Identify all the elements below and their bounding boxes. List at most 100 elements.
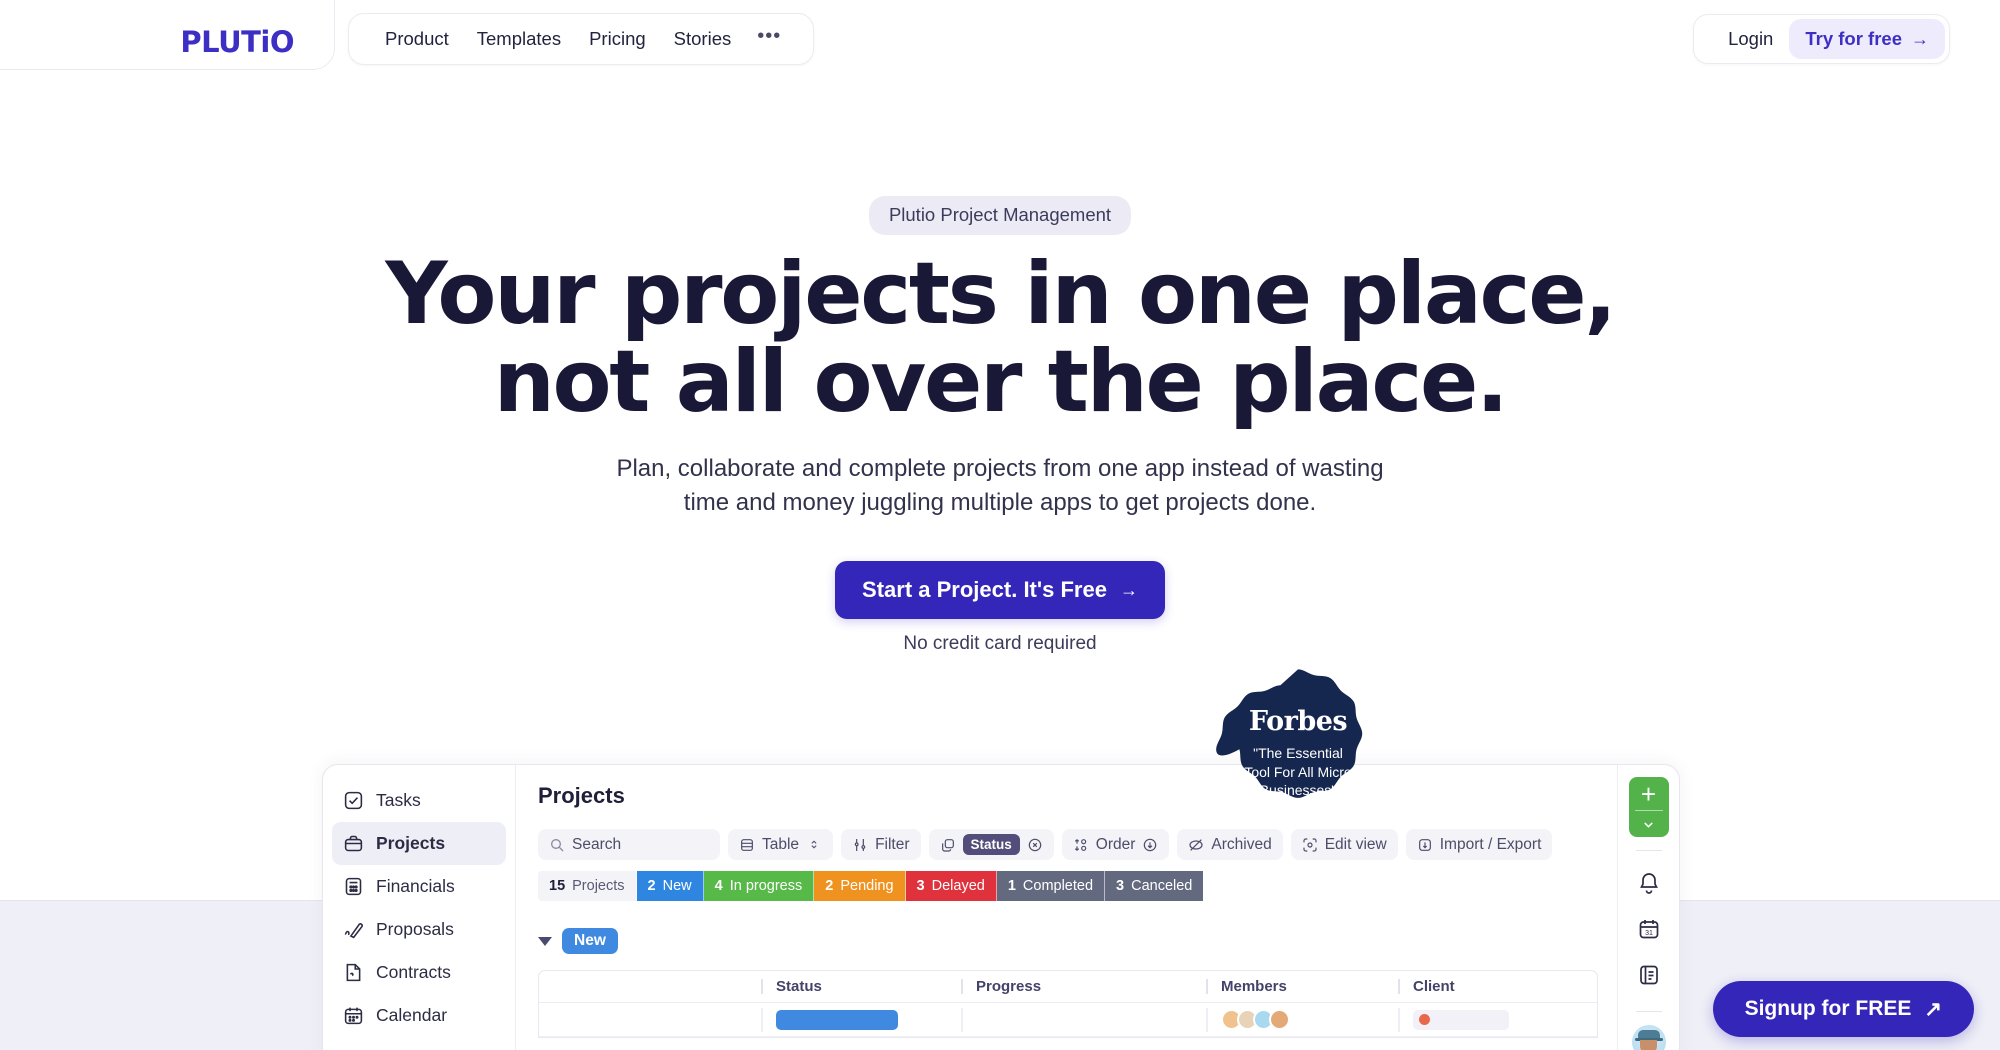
search-input[interactable]: Search	[538, 829, 720, 860]
status-label: Completed	[1022, 878, 1094, 894]
table-row[interactable]	[539, 1003, 1597, 1037]
status-segment-canceled[interactable]: 3 Canceled	[1105, 871, 1204, 901]
table-col-progress: Progress	[961, 979, 1206, 994]
contract-icon	[342, 962, 364, 984]
hero-section: Plutio Project Management Your projects …	[0, 0, 2000, 655]
sidebar-item-label: Projects	[376, 833, 446, 853]
chevron-updown-icon	[811, 840, 817, 849]
svg-text:31: 31	[1645, 930, 1653, 937]
hero-subtitle-line-1: Plan, collaborate and complete projects …	[616, 455, 1384, 483]
collapse-triangle-icon[interactable]	[538, 936, 552, 946]
view-selector-label: Table	[762, 835, 800, 853]
app-toolbar: Search Table Filter Status Order Archive…	[538, 829, 1617, 860]
table-col-members: Members	[1206, 979, 1398, 994]
arrow-up-right-icon: ↗	[1924, 997, 1942, 1021]
sidebar-item-contracts[interactable]: Contracts	[332, 951, 506, 994]
status-segment-completed[interactable]: 1 Completed	[996, 871, 1106, 901]
page-title: Your projects in one place, not all over…	[0, 250, 2000, 426]
add-dropdown-button[interactable]	[1641, 811, 1656, 837]
app-right-rail: + 31	[1617, 765, 1679, 1050]
status-pill	[776, 1009, 898, 1030]
view-selector-button[interactable]: Table	[728, 829, 834, 860]
notes-icon[interactable]	[1627, 952, 1671, 998]
sidebar-item-label: Calendar	[376, 1005, 448, 1025]
avatar-face	[1640, 1040, 1657, 1050]
status-count: 3	[1116, 878, 1125, 894]
projects-table: Status Progress Members Client	[538, 970, 1598, 1038]
status-label: Delayed	[931, 878, 985, 894]
import-export-label: Import / Export	[1439, 835, 1542, 853]
table-col-client: Client	[1398, 979, 1578, 994]
briefcase-icon	[342, 833, 364, 855]
cell-progress	[961, 1007, 1206, 1032]
group-by-button[interactable]: Status	[928, 829, 1054, 860]
hero-eyebrow-badge: Plutio Project Management	[868, 196, 1132, 235]
sidebar-item-financials[interactable]: Financials	[332, 865, 506, 908]
calendar-31-icon[interactable]: 31	[1627, 906, 1671, 952]
calendar-icon	[342, 1005, 364, 1027]
layers-icon	[941, 838, 954, 852]
status-summary-bar: 15 Projects 2 New 4 In progress 2 Pendin…	[538, 871, 1578, 901]
sidebar-item-label: Contracts	[376, 962, 451, 982]
sidebar-item-label: Proposals	[376, 919, 454, 939]
status-count: 2	[647, 878, 656, 894]
table-col-status: Status	[761, 979, 961, 994]
user-avatar[interactable]	[1631, 1025, 1666, 1050]
start-project-button[interactable]: Start a Project. It's Free →	[835, 560, 1165, 619]
order-button[interactable]: Order	[1061, 829, 1170, 860]
filter-icon	[854, 838, 866, 851]
sidebar-item-tasks[interactable]: Tasks	[332, 779, 506, 822]
status-count: 1	[1007, 878, 1016, 894]
sidebar-item-calendar[interactable]: Calendar	[332, 994, 506, 1037]
sidebar-item-projects[interactable]: Projects	[332, 822, 506, 865]
no-credit-card-note: No credit card required	[903, 632, 1097, 654]
status-total: 15 Projects	[538, 871, 637, 901]
import-export-button[interactable]: Import / Export	[1405, 829, 1553, 860]
bell-icon[interactable]	[1627, 860, 1671, 906]
client-pill	[1413, 1009, 1509, 1030]
app-sidebar: Tasks Projects Financials Proposals Cont…	[323, 765, 516, 1050]
cell-members	[1206, 1007, 1398, 1032]
status-total-label: Projects	[572, 878, 625, 894]
table-icon	[741, 838, 753, 851]
status-segment-in-progress[interactable]: 4 In progress	[703, 871, 815, 901]
search-placeholder: Search	[572, 835, 622, 853]
status-segment-pending[interactable]: 2 Pending	[814, 871, 906, 901]
table-header-row: Status Progress Members Client	[539, 971, 1597, 1003]
import-export-icon	[1418, 838, 1431, 851]
eye-off-icon	[1189, 838, 1204, 851]
hero-subtitle: Plan, collaborate and complete projects …	[0, 452, 2000, 518]
signup-for-free-button[interactable]: Signup for FREE ↗	[1712, 981, 1974, 1037]
group-header-row: New	[538, 928, 1617, 954]
check-square-icon	[342, 790, 364, 812]
forbes-quote: "The Essential Tool For All Micro Busine…	[1244, 744, 1351, 799]
status-label: New	[662, 878, 692, 894]
filter-label: Filter	[875, 835, 910, 853]
status-label: Pending	[840, 878, 894, 894]
status-count: 4	[714, 878, 723, 894]
forbes-quote-line-2: Tool For All Micro	[1244, 763, 1352, 780]
forbes-quote-line-3: Businesses"	[1259, 782, 1337, 799]
add-button[interactable]: +	[1641, 777, 1656, 810]
filter-button[interactable]: Filter	[841, 829, 921, 860]
status-segment-new[interactable]: 2 New	[636, 871, 704, 901]
client-avatar	[1419, 1014, 1430, 1025]
arrow-right-icon: →	[1119, 579, 1138, 600]
hero-subtitle-line-2: time and money juggling multiple apps to…	[683, 488, 1317, 516]
status-segment-delayed[interactable]: 3 Delayed	[905, 871, 997, 901]
avatar-group	[1221, 1009, 1290, 1030]
avatar	[1269, 1009, 1290, 1030]
divider	[1635, 850, 1662, 851]
forbes-quote-line-1: "The Essential	[1253, 745, 1343, 762]
start-project-label: Start a Project. It's Free	[862, 576, 1107, 602]
arrow-down-circle-icon	[1144, 838, 1157, 851]
divider	[1635, 1011, 1662, 1012]
status-label: In progress	[729, 878, 803, 894]
sidebar-item-label: Financials	[376, 876, 455, 896]
sidebar-item-label: Tasks	[376, 790, 421, 810]
forbes-content: Forbes "The Essential Tool For All Micro…	[1210, 665, 1386, 841]
cell-name	[539, 1008, 761, 1032]
add-button-group: +	[1628, 777, 1669, 837]
chevron-down-icon	[1644, 821, 1653, 828]
sidebar-item-proposals[interactable]: Proposals	[332, 908, 506, 951]
